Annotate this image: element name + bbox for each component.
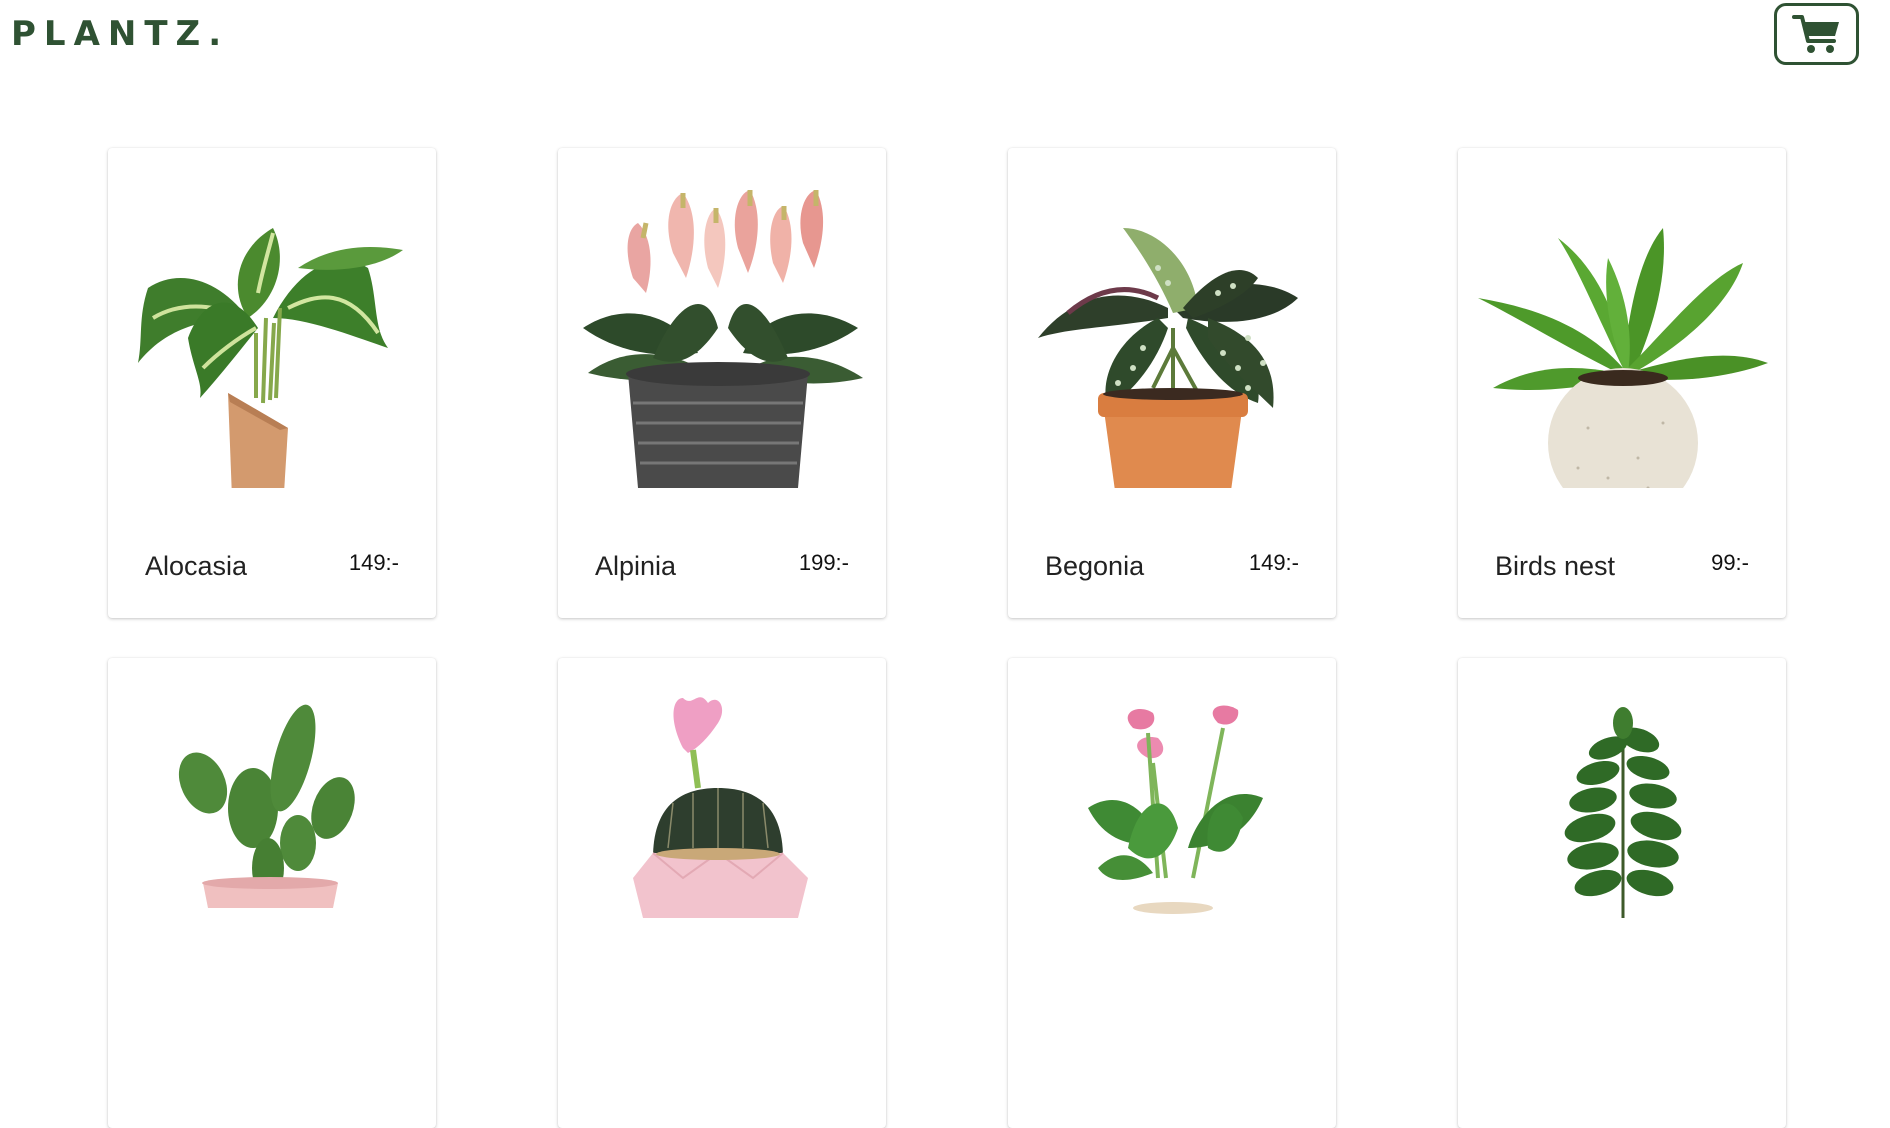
calla-lily-plant-image [1088, 705, 1263, 914]
cactus-plant-image [178, 704, 355, 908]
product-name: Alocasia [145, 551, 248, 581]
alocasia-plant-image [138, 228, 403, 488]
product-card-alocasia[interactable]: Alocasia 149:- [108, 148, 436, 618]
product-card-begonia[interactable]: Begonia 149:- [1008, 148, 1336, 618]
product-card[interactable] [558, 658, 886, 1128]
fiddle-leaf-fig-plant-image [1564, 707, 1682, 918]
cart-button[interactable] [1774, 3, 1859, 65]
product-price: 149:- [1248, 550, 1299, 575]
product-name: Begonia [1045, 551, 1145, 581]
product-card-birds-nest[interactable]: Birds nest 99:- [1458, 148, 1786, 618]
product-price: 149:- [348, 550, 399, 575]
product-name: Alpinia [595, 551, 677, 581]
flowering-cactus-plant-image [633, 697, 808, 918]
begonia-plant-image [1038, 228, 1298, 488]
product-name: Birds nest [1495, 551, 1616, 581]
birds-nest-plant-image [1478, 228, 1768, 488]
alpinia-plant-image [583, 190, 863, 488]
shopping-cart-icon [1791, 15, 1839, 53]
product-card-alpinia[interactable]: Alpinia 199:- [558, 148, 886, 618]
product-price: 199:- [798, 550, 849, 575]
site-header: PLANTZ. [0, 0, 1890, 70]
brand-logo[interactable]: PLANTZ. [11, 14, 229, 54]
product-card[interactable] [1008, 658, 1336, 1128]
product-card[interactable] [1458, 658, 1786, 1128]
product-price: 99:- [1711, 550, 1749, 575]
product-card[interactable] [108, 658, 436, 1128]
